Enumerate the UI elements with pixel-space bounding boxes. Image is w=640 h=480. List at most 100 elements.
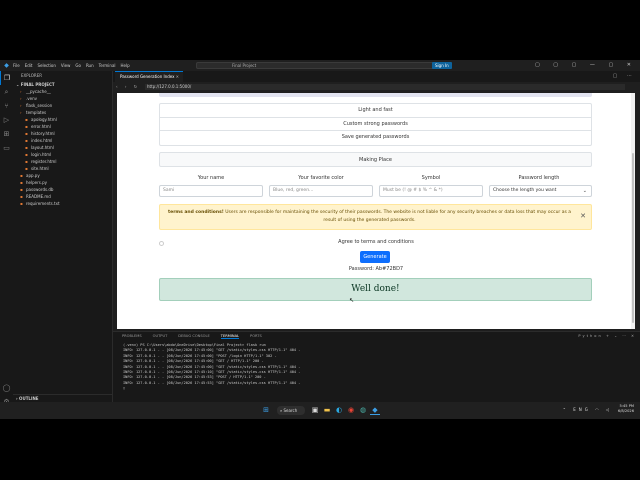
tab-output[interactable]: OUTPUT	[153, 334, 168, 338]
tree-item[interactable]: ▪ index.html	[13, 137, 112, 144]
length-select[interactable]: Choose the length you want ⌄	[489, 185, 592, 197]
tree-item[interactable]: ▪ register.html	[13, 158, 112, 165]
file-icon: ▪	[20, 201, 23, 206]
tree-item-label: index.html	[31, 138, 53, 143]
outline-section[interactable]: › OUTLINE	[13, 394, 112, 401]
store-icon[interactable]: ◍	[358, 405, 368, 415]
tree-item-label: requirements.txt	[26, 201, 60, 206]
menu-item-run[interactable]: Run	[86, 63, 94, 68]
task-view-icon[interactable]: ▣	[310, 405, 320, 415]
tree-item[interactable]: › __pycache__	[13, 88, 112, 95]
menu-item-file[interactable]: File	[13, 63, 20, 68]
file-explorer-icon[interactable]: ▬	[322, 405, 332, 415]
tab-debug-console[interactable]: DEBUG CONSOLE	[178, 334, 209, 338]
agree-checkbox[interactable]	[159, 241, 164, 246]
menu-bar: File Edit Selection View Go Run Terminal Help	[13, 63, 135, 68]
symbol-input[interactable]: Must be (! @ # $ % ^ & *)	[379, 185, 483, 197]
vscode-taskbar-icon[interactable]: ◆	[370, 405, 380, 415]
file-icon: ▪	[25, 152, 28, 157]
system-tray[interactable]: ⌃ ENG ◠ ◁	[563, 407, 612, 412]
feature-list: Light and fast Custom strong passwords Sav…	[159, 103, 592, 146]
tree-item[interactable]: ▪ login.html	[13, 151, 112, 158]
panel-actions[interactable]: Python + ⌄ ⋯ ✕	[578, 332, 636, 341]
tab-problems[interactable]: PROBLEMS	[122, 334, 142, 338]
tree-item[interactable]: ▪ layout.html	[13, 144, 112, 151]
tab-password-generation[interactable]: Password Generation Index ✕	[115, 71, 183, 82]
search-icon[interactable]: ⌕	[0, 85, 13, 99]
project-root[interactable]: ⌄ FINAL PROJECT	[13, 81, 112, 88]
tab-label: Password Generation Index	[120, 74, 175, 79]
file-tree: › __pycache__ › .venv › flask_session › templat…	[13, 88, 112, 207]
menu-item-terminal[interactable]: Terminal	[99, 63, 116, 68]
tree-item-label: login.html	[31, 152, 52, 157]
tree-item[interactable]: ▪ passwords.db	[13, 186, 112, 193]
command-center-search[interactable]: Final Project	[196, 62, 442, 69]
language-indicator: ENG	[573, 407, 591, 412]
taskbar-search[interactable]: ⌕ Search	[277, 406, 305, 415]
tree-item-label: site.html	[31, 166, 49, 171]
tree-item[interactable]: ▪ apology.html	[13, 116, 112, 123]
windows-start-icon[interactable]: ⊞	[261, 405, 271, 415]
close-icon[interactable]: ✕	[580, 212, 586, 220]
source-control-icon[interactable]: ⑂	[0, 99, 13, 113]
length-label: Password length	[518, 175, 560, 181]
menu-item-go[interactable]: Go	[75, 63, 81, 68]
generated-password: Password: Ab#72BD7	[348, 266, 404, 272]
agree-label: Agree to terms and conditions	[338, 239, 414, 245]
menu-item-selection[interactable]: Selection	[37, 63, 55, 68]
extensions-icon[interactable]: ⊞	[0, 127, 13, 141]
chrome-icon[interactable]: ◉	[346, 405, 356, 415]
page-scrollbar[interactable]	[631, 93, 635, 329]
terms-alert: terms and conditions! Users are responsi…	[159, 204, 592, 230]
tree-item[interactable]: ▪ site.html	[13, 165, 112, 172]
color-input[interactable]: Blue, red, green...	[269, 185, 373, 197]
sign-in-button[interactable]: Sign In	[432, 62, 452, 69]
edge-icon[interactable]: ◐	[334, 405, 344, 415]
tab-terminal[interactable]: TERMINAL	[220, 334, 240, 339]
remote-explorer-icon[interactable]: ▭	[0, 141, 13, 155]
url-input[interactable]: http://127.0.0.1:5000/	[145, 84, 625, 90]
menu-item-help[interactable]: Help	[121, 63, 130, 68]
tree-item[interactable]: ▪ helpers.py	[13, 179, 112, 186]
window-controls[interactable]: ▢ ▢ ▢ — ▢ ✕	[535, 60, 637, 71]
clock[interactable]: 5:45 PM 6/8/2026	[618, 404, 634, 414]
web-preview: Light and fast Custom strong passwords Sav…	[117, 93, 635, 329]
tree-item[interactable]: ▪ README.md	[13, 193, 112, 200]
tree-item[interactable]: ▪ app.py	[13, 172, 112, 179]
vscode-logo-icon: ◆	[4, 62, 9, 69]
tree-item[interactable]: › templates	[13, 109, 112, 116]
file-icon: ▪	[20, 187, 23, 192]
panel-tabs: PROBLEMS OUTPUT DEBUG CONSOLE TERMINAL PORTS	[113, 332, 640, 341]
menu-item-view[interactable]: View	[61, 63, 71, 68]
editor-actions[interactable]: ▢ ⋯	[613, 71, 636, 82]
terminal-output[interactable]: (.venv) PS C:\Users\abdo\OneDrive\Deskto…	[113, 341, 640, 392]
tree-item[interactable]: ▪ error.html	[13, 123, 112, 130]
tree-item[interactable]: › .venv	[13, 95, 112, 102]
alert-text: Users are responsible for maintaining th…	[223, 210, 571, 223]
explorer-icon[interactable]: ❐	[0, 71, 13, 85]
explorer-sidebar: EXPLORER ⌄ FINAL PROJECT › __pycache__ › .v…	[13, 71, 113, 411]
menu-item-edit[interactable]: Edit	[25, 63, 33, 68]
generate-button[interactable]: Generate	[360, 251, 390, 263]
file-icon: ▪	[25, 145, 28, 150]
mouse-cursor-icon: ↖	[349, 297, 355, 304]
close-icon[interactable]: ✕	[176, 72, 179, 82]
simple-browser-bar: ‹ › ↻ http://127.0.0.1:5000/	[113, 82, 640, 92]
tree-item-label: apology.html	[31, 117, 57, 122]
file-icon: ▪	[20, 173, 23, 178]
tree-item-label: register.html	[31, 159, 57, 164]
success-alert: Well done!	[159, 278, 592, 301]
tab-ports[interactable]: PORTS	[250, 334, 262, 338]
color-label: Your favorite color	[298, 175, 344, 181]
activity-bar: ❐ ⌕ ⑂ ▷ ⊞ ▭ ◯ ⚙	[0, 71, 13, 411]
name-input[interactable]: Sami	[159, 185, 263, 197]
account-icon[interactable]: ◯	[0, 381, 13, 395]
scrollbar-thumb[interactable]	[632, 153, 634, 323]
tree-item[interactable]: ▪ history.html	[13, 130, 112, 137]
tree-item[interactable]: › flask_session	[13, 102, 112, 109]
tree-item-label: __pycache__	[26, 89, 51, 94]
list-group-top	[159, 93, 592, 97]
tree-item[interactable]: ▪ requirements.txt	[13, 200, 112, 207]
run-debug-icon[interactable]: ▷	[0, 113, 13, 127]
browser-nav-buttons[interactable]: ‹ › ↻	[116, 82, 140, 92]
